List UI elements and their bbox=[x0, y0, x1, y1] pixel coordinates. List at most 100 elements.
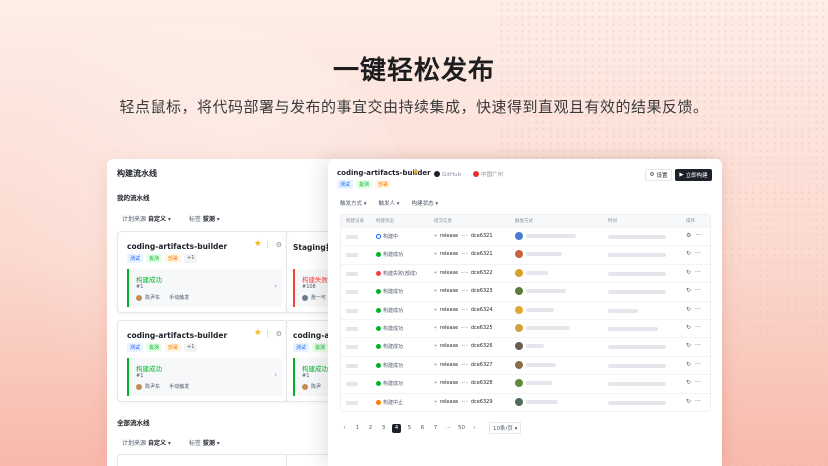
more-icon[interactable]: ⋮ bbox=[264, 330, 271, 338]
table-row[interactable]: 构建中 ⑂ release -◦- dce6321 ⚙ ··· bbox=[341, 227, 710, 245]
tag: 拔测 bbox=[146, 254, 163, 263]
page-button[interactable]: 4 bbox=[392, 423, 401, 433]
page-button[interactable]: 5 bbox=[405, 424, 414, 433]
source-filter[interactable]: 计划来源 自定义 ▾ bbox=[122, 438, 171, 447]
region-label: 中国广州 bbox=[473, 170, 503, 178]
page-button[interactable]: 7 bbox=[431, 424, 440, 433]
table-row[interactable]: 构建成功 ⑂ release -◦- dce6326 ↻ ··· bbox=[341, 337, 710, 355]
page-button[interactable]: 3 bbox=[379, 424, 388, 433]
rebuild-icon[interactable]: ↻ bbox=[686, 379, 691, 386]
rebuild-icon[interactable]: ↻ bbox=[686, 250, 691, 257]
build-status: 构建中止 bbox=[376, 399, 403, 406]
build-status: 构建成功 bbox=[376, 288, 403, 295]
latest-build[interactable]: 构建成功 #1 陈尹东 手动触发 › bbox=[127, 269, 282, 307]
commit-info[interactable]: ⑂ release -◦- dce6325 bbox=[434, 325, 493, 331]
time-placeholder bbox=[608, 345, 666, 350]
trigger-user-filter[interactable]: 触发人 ▾ bbox=[379, 199, 400, 207]
more-icon[interactable]: ··· bbox=[695, 306, 701, 313]
settings-button[interactable]: ⚙ 设置 bbox=[645, 169, 672, 181]
build-id-placeholder bbox=[346, 271, 358, 276]
tag: 测试 bbox=[293, 343, 310, 352]
table-row[interactable]: 构建成功 ⑂ release -◦- dce6324 ↻ ··· bbox=[341, 300, 710, 319]
prev-page-button[interactable]: ‹ bbox=[340, 424, 349, 433]
rebuild-icon[interactable]: ↻ bbox=[686, 306, 691, 313]
branch-icon: ⑂ bbox=[434, 269, 438, 276]
more-icon[interactable]: ··· bbox=[695, 379, 701, 386]
commit-info[interactable]: ⑂ release -◦- dce6328 bbox=[434, 380, 493, 386]
build-status-filter[interactable]: 构建状态 ▾ bbox=[412, 199, 439, 207]
pipeline-card[interactable]: coding-artifacts-builder ★ ⋮ ⚙ 测试 拔测 部署 … bbox=[117, 320, 289, 402]
rebuild-icon[interactable]: ↻ bbox=[686, 342, 691, 349]
tag-filter[interactable]: 标签 拔测 ▾ bbox=[189, 438, 220, 447]
gear-icon[interactable]: ⚙ bbox=[276, 330, 282, 338]
commit-info[interactable]: ⑂ release -◦- dce6322 bbox=[434, 270, 493, 276]
more-icon[interactable]: ··· bbox=[695, 269, 701, 276]
table-row[interactable]: 构建中止 ⑂ release -◦- dce6329 ↻ ··· bbox=[341, 392, 710, 411]
row-actions: ↻ ··· bbox=[686, 250, 701, 257]
avatar bbox=[515, 305, 523, 314]
avatar bbox=[515, 379, 523, 388]
commit-info[interactable]: ⑂ release -◦- dce6321 bbox=[434, 233, 493, 239]
star-icon[interactable]: ★ bbox=[254, 328, 262, 338]
more-icon[interactable]: ··· bbox=[695, 250, 701, 257]
gear-icon[interactable]: ⚙ bbox=[276, 241, 282, 249]
commit-icon: -◦- bbox=[461, 269, 468, 276]
table-row[interactable]: 构建失败(部成) ⑂ release -◦- dce6322 ↻ ··· bbox=[341, 263, 710, 282]
build-id-placeholder bbox=[346, 363, 358, 368]
status-icon bbox=[376, 289, 381, 295]
tag: 拔测 bbox=[146, 343, 163, 352]
page-button[interactable]: 1 bbox=[353, 424, 362, 433]
rebuild-icon[interactable]: ↻ bbox=[686, 287, 691, 294]
rebuild-icon[interactable]: ↻ bbox=[686, 269, 691, 276]
table-row[interactable]: 构建成功 ⑂ release -◦- dce6328 ↻ ··· bbox=[341, 374, 710, 392]
gear-icon[interactable]: ⚙ bbox=[686, 232, 691, 239]
branch-icon: ⑂ bbox=[434, 251, 438, 258]
pipeline-card[interactable] bbox=[117, 454, 289, 466]
more-icon[interactable]: ··· bbox=[695, 342, 701, 349]
more-icon[interactable]: ⋮ bbox=[264, 241, 271, 249]
commit-info[interactable]: ⑂ release -◦- dce6321 bbox=[434, 251, 493, 257]
more-icon[interactable]: ··· bbox=[695, 324, 701, 331]
commit-info[interactable]: ⑂ release -◦- dce6326 bbox=[434, 343, 493, 349]
rebuild-icon[interactable]: ↻ bbox=[686, 324, 691, 331]
table-row[interactable]: 构建成功 ⑂ release -◦- dce6325 ↻ ··· bbox=[341, 318, 710, 337]
page-button[interactable]: 50 bbox=[457, 424, 466, 433]
branch-icon: ⑂ bbox=[434, 288, 438, 295]
trigger-placeholder bbox=[526, 362, 556, 367]
row-actions: ↻ ··· bbox=[686, 306, 701, 313]
more-icon[interactable]: ··· bbox=[695, 361, 701, 368]
more-icon[interactable]: ··· bbox=[695, 398, 701, 405]
trigger-placeholder bbox=[526, 252, 562, 257]
build-table: 构建记录 构建状态 提交信息 触发方式 时间 操作 构建中 ⑂ release -◦-… bbox=[340, 214, 711, 412]
page-size-select[interactable]: 10条/页 ▾ bbox=[489, 422, 522, 434]
star-icon[interactable]: ★ bbox=[412, 167, 419, 176]
latest-build[interactable]: 构建成功 #1 陈尹东 手动触发 › bbox=[127, 358, 282, 396]
page-button[interactable]: 2 bbox=[366, 424, 375, 433]
star-icon[interactable]: ★ bbox=[254, 239, 262, 249]
page-button[interactable]: 6 bbox=[418, 424, 427, 433]
commit-info[interactable]: ⑂ release -◦- dce6324 bbox=[434, 307, 493, 313]
trigger-type-filter[interactable]: 触发方式 ▾ bbox=[340, 199, 367, 207]
commit-info[interactable]: ⑂ release -◦- dce6327 bbox=[434, 362, 493, 368]
commit-info[interactable]: ⑂ release -◦- dce6323 bbox=[434, 288, 493, 294]
next-page-button[interactable]: › bbox=[470, 424, 479, 433]
run-build-button[interactable]: ▶ 立即构建 bbox=[675, 169, 712, 181]
row-actions: ⚙ ··· bbox=[686, 232, 701, 239]
page-button[interactable]: ··· bbox=[444, 424, 453, 433]
commit-info[interactable]: ⑂ release -◦- dce6329 bbox=[434, 399, 493, 405]
pipeline-card[interactable]: coding-artifacts-builder ★ ⋮ ⚙ 测试 拔测 部署 … bbox=[117, 231, 289, 313]
avatar bbox=[515, 268, 523, 277]
table-row[interactable]: 构建成功 ⑂ release -◦- dce6327 ↻ ··· bbox=[341, 355, 710, 374]
tag-filter[interactable]: 标签 拔测 ▾ bbox=[189, 214, 220, 223]
more-icon[interactable]: ··· bbox=[695, 232, 701, 239]
tag: 测试 bbox=[337, 180, 354, 189]
rebuild-icon[interactable]: ↻ bbox=[686, 398, 691, 405]
rebuild-icon[interactable]: ↻ bbox=[686, 361, 691, 368]
commit-icon: -◦- bbox=[461, 288, 468, 295]
build-id-placeholder bbox=[346, 400, 358, 405]
source-filter[interactable]: 计划来源 自定义 ▾ bbox=[122, 214, 171, 223]
table-row[interactable]: 构建成功 ⑂ release -◦- dce6321 ↻ ··· bbox=[341, 245, 710, 263]
table-row[interactable]: 构建成功 ⑂ release -◦- dce6323 ↻ ··· bbox=[341, 282, 710, 300]
more-icon[interactable]: ··· bbox=[695, 287, 701, 294]
status-icon bbox=[376, 234, 381, 239]
